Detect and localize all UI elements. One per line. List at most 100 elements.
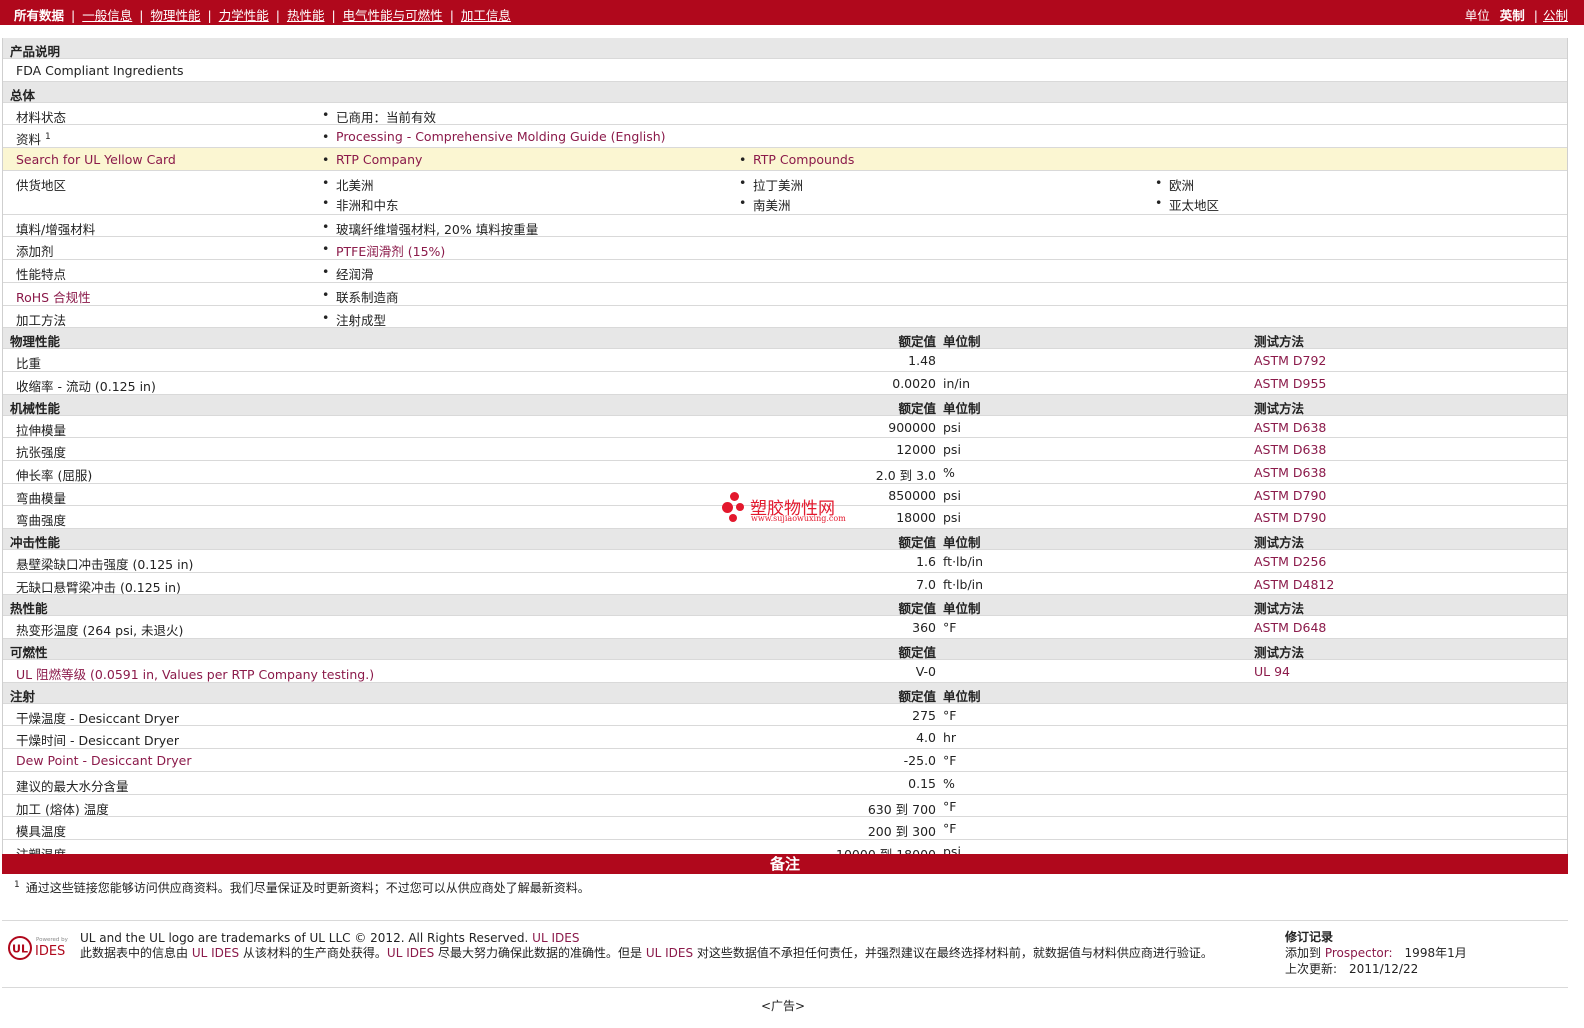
row-label: 添加剂 bbox=[16, 244, 54, 260]
table-row: 干燥温度 - Desiccant Dryer 275 °F bbox=[3, 704, 1567, 727]
property-label: 无缺口悬臂梁冲击 (0.125 in) bbox=[16, 579, 181, 595]
table-row: UL 阻燃等级 (0.0591 in, Values per RTP Compa… bbox=[3, 660, 1567, 683]
test-method-link[interactable]: ASTM D792 bbox=[1254, 353, 1326, 368]
unit-metric[interactable]: 公制 bbox=[1543, 8, 1568, 23]
row-filler: 填料/增强材料 玻璃纤维增强材料, 20% 填料按重量 bbox=[3, 215, 1567, 238]
row-label: 填料/增强材料 bbox=[16, 221, 96, 237]
section-title: 可燃性 bbox=[10, 645, 48, 661]
test-method-link[interactable]: ASTM D790 bbox=[1254, 510, 1326, 525]
row-label: 供货地区 bbox=[16, 177, 67, 193]
ul-ides-link[interactable]: UL IDES bbox=[192, 946, 239, 960]
additive-link[interactable]: PTFE润滑剂 (15%) bbox=[322, 241, 445, 260]
test-method-link[interactable]: ASTM D638 bbox=[1254, 465, 1326, 480]
prospector-link[interactable]: Prospector: bbox=[1325, 946, 1393, 960]
literature-link[interactable]: Processing - Comprehensive Molding Guide… bbox=[322, 129, 666, 144]
advertisement-label[interactable]: <广告> bbox=[0, 997, 1566, 1014]
revision-added: 添加到 Prospector: 1998年1月 bbox=[1285, 946, 1467, 960]
property-value: 200 到 300 bbox=[867, 824, 936, 840]
property-label: 比重 bbox=[16, 356, 42, 372]
watermark-url: www.sujiaowuxing.com bbox=[751, 514, 846, 523]
property-label: 拉伸模量 bbox=[16, 422, 67, 438]
property-label: 抗张强度 bbox=[16, 445, 67, 461]
property-unit: in/in bbox=[943, 375, 971, 391]
property-value: 360 bbox=[912, 620, 936, 636]
ul-ides-link[interactable]: UL IDES bbox=[387, 946, 434, 960]
logo-ides-text: IDES bbox=[35, 944, 65, 959]
test-method-link[interactable]: ASTM D648 bbox=[1254, 620, 1326, 635]
ul-ides-link[interactable]: UL IDES bbox=[532, 931, 579, 945]
test-method-link[interactable]: UL 94 bbox=[1254, 664, 1290, 679]
row-literature: 资料 1 Processing - Comprehensive Molding … bbox=[3, 125, 1567, 149]
section-nav: 所有数据 | 一般信息 | 物理性能 | 力学性能 | 热性能 | 电气性能与可燃性 | 加工信息 bbox=[14, 5, 511, 24]
section-title: 总体 bbox=[10, 87, 36, 103]
property-label-link[interactable]: UL 阻燃等级 (0.0591 in, Values per RTP Compa… bbox=[16, 664, 374, 683]
section-header-physical: 物理性能 额定值 单位制 测试方法 bbox=[3, 328, 1567, 350]
col-header-test: 测试方法 bbox=[1254, 334, 1305, 350]
row-ul-yellow-card: Search for UL Yellow Card RTP Company RT… bbox=[3, 148, 1567, 171]
ul-ides-logo-icon: UL Powered by IDES bbox=[8, 936, 69, 960]
property-label-link[interactable]: Dew Point - Desiccant Dryer bbox=[16, 753, 192, 768]
property-label: 热变形温度 (264 psi, 未退火) bbox=[16, 623, 184, 639]
rtp-compounds-link[interactable]: RTP Compounds bbox=[739, 152, 854, 167]
property-value: 1.6 bbox=[916, 554, 936, 569]
nav-thermal[interactable]: 热性能 bbox=[287, 8, 325, 23]
row-material-status: 材料状态 已商用：当前有效 bbox=[3, 103, 1567, 126]
property-unit: psi bbox=[943, 487, 961, 503]
nav-separator: | bbox=[449, 8, 454, 23]
property-label: 弯曲模量 bbox=[16, 490, 67, 506]
datasheet: 产品说明 FDA Compliant Ingredients 总体 材料状态 已… bbox=[2, 38, 1568, 863]
row-additive: 添加剂 PTFE润滑剂 (15%) bbox=[3, 237, 1567, 261]
rtp-company-link[interactable]: RTP Company bbox=[322, 152, 422, 167]
row-value: 已商用：当前有效 bbox=[322, 107, 436, 126]
rohs-link[interactable]: RoHS 合规性 bbox=[16, 287, 91, 306]
test-method-link[interactable]: ASTM D955 bbox=[1254, 376, 1326, 391]
nav-general[interactable]: 一般信息 bbox=[82, 8, 132, 23]
property-value: 7.0 bbox=[916, 576, 936, 592]
row-value: 玻璃纤维增强材料, 20% 填料按重量 bbox=[322, 219, 538, 238]
test-method-link[interactable]: ASTM D638 bbox=[1254, 442, 1326, 457]
property-value: 12000 bbox=[896, 442, 936, 458]
test-method-link[interactable]: ASTM D790 bbox=[1254, 488, 1326, 503]
property-label: 悬壁梁缺口冲击强度 (0.125 in) bbox=[16, 557, 194, 572]
nav-mechanical[interactable]: 力学性能 bbox=[219, 8, 269, 23]
property-label: 干燥温度 - Desiccant Dryer bbox=[16, 710, 179, 726]
table-row: 模具温度 200 到 300 °F bbox=[3, 817, 1567, 840]
section-title: 物理性能 bbox=[10, 334, 61, 350]
col-header-unit: 单位制 bbox=[943, 688, 981, 704]
row-label: 性能特点 bbox=[16, 267, 67, 283]
property-label: 伸长率 (屈服) bbox=[16, 467, 93, 483]
property-label: 建议的最大水分含量 bbox=[16, 778, 129, 794]
property-value: 0.15 bbox=[908, 775, 936, 791]
property-value: 630 到 700 bbox=[867, 801, 936, 817]
logo-powered-by: Powered by bbox=[36, 937, 69, 943]
property-unit: °F bbox=[943, 707, 957, 723]
test-method-link[interactable]: ASTM D4812 bbox=[1254, 577, 1334, 592]
nav-separator: | bbox=[207, 8, 212, 23]
property-label: 加工 (熔体) 温度 bbox=[16, 801, 109, 817]
col-header-nominal: 额定值 bbox=[898, 400, 936, 416]
footer: UL Powered by IDES UL and the UL logo ar… bbox=[2, 920, 1568, 988]
ul-ides-link[interactable]: UL IDES bbox=[646, 946, 693, 960]
row-supply-region: 供货地区 北美洲 拉丁美洲 欧洲 非洲和中东 南美洲 亚太地区 bbox=[3, 171, 1567, 215]
nav-physical[interactable]: 物理性能 bbox=[150, 8, 200, 23]
revision-title: 修订记录 bbox=[1285, 930, 1334, 944]
property-value: 900000 bbox=[888, 419, 936, 435]
footer-line1: UL and the UL logo are trademarks of UL … bbox=[80, 931, 580, 945]
nav-all-data[interactable]: 所有数据 bbox=[14, 8, 64, 23]
nav-electrical[interactable]: 电气性能与可燃性 bbox=[343, 8, 443, 23]
property-unit: °F bbox=[943, 798, 957, 814]
region-item: 亚太地区 bbox=[1155, 195, 1219, 214]
property-unit: ft·lb/in bbox=[943, 554, 984, 569]
table-row: 建议的最大水分含量 0.15 % bbox=[3, 772, 1567, 795]
test-method-link[interactable]: ASTM D638 bbox=[1254, 420, 1326, 435]
footer-line2: 此数据表中的信息由 UL IDES 从该材料的生产商处获得。UL IDES 尽最… bbox=[80, 946, 1213, 960]
row-value: 注射成型 bbox=[322, 310, 386, 329]
section-header-injection: 注射 额定值 单位制 bbox=[3, 682, 1567, 704]
property-value: 2.0 到 3.0 bbox=[875, 467, 936, 483]
footnote-marker: 1 bbox=[45, 132, 51, 143]
nav-processing[interactable]: 加工信息 bbox=[461, 8, 511, 23]
test-method-link[interactable]: ASTM D256 bbox=[1254, 554, 1326, 569]
unit-english[interactable]: 英制 bbox=[1500, 8, 1525, 23]
table-row: 伸长率 (屈服) 2.0 到 3.0 % ASTM D638 bbox=[3, 461, 1567, 484]
revision-history: 修订记录 添加到 Prospector: 1998年1月 上次更新: 2011/12… bbox=[1285, 929, 1467, 977]
